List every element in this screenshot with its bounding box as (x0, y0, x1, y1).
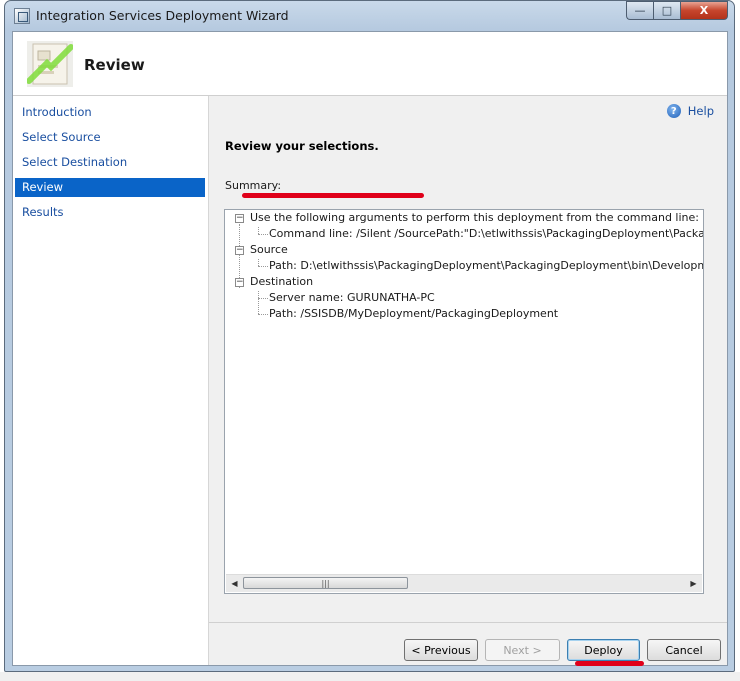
help-icon: ? (666, 104, 681, 118)
summary-label: Summary: (225, 179, 282, 192)
tree-node-source-path[interactable]: Path: D:\etlwithssis\PackagingDeployment… (269, 258, 703, 274)
tree-node-destination-path[interactable]: Path: /SSISDB/MyDeployment/PackagingDepl… (269, 306, 558, 322)
tree-connector (258, 298, 268, 299)
tree-node-source[interactable]: Source (250, 242, 288, 258)
horizontal-scrollbar[interactable]: ◀ ||| ▶ (226, 574, 702, 592)
nav-item-introduction[interactable]: Introduction (15, 103, 205, 122)
maximize-button[interactable]: □ (653, 1, 680, 20)
wizard-window: Integration Services Deployment Wizard —… (4, 0, 735, 672)
tree-connector (258, 259, 259, 266)
background-statusbar (0, 672, 740, 681)
tree-node-command-line[interactable]: Command line: /Silent /SourcePath:"D:\et… (269, 226, 703, 242)
help-link[interactable]: ? Help (666, 104, 714, 118)
annotation-underline-deploy (575, 661, 644, 666)
wizard-header: Review (13, 32, 727, 96)
tree-node-destination[interactable]: Destination (250, 274, 313, 290)
tree-node-command-args[interactable]: Use the following arguments to perform t… (250, 210, 699, 226)
page-title: Review (84, 56, 145, 74)
wizard-page-icon (27, 41, 73, 87)
collapse-toggle-icon[interactable]: − (235, 246, 244, 255)
close-button[interactable]: X (680, 1, 728, 20)
collapse-toggle-icon[interactable]: − (235, 278, 244, 287)
app-icon (14, 8, 30, 24)
tree-connector (258, 227, 259, 234)
previous-button[interactable]: < Previous (404, 639, 478, 661)
title-bar[interactable]: Integration Services Deployment Wizard —… (5, 1, 734, 31)
window-controls: — □ X (626, 1, 728, 21)
scroll-left-arrow-icon[interactable]: ◀ (226, 575, 243, 592)
nav-item-results[interactable]: Results (15, 203, 205, 222)
help-label: Help (687, 104, 714, 118)
tree-node-server-name[interactable]: Server name: GURUNATHA-PC (269, 290, 435, 306)
wizard-steps-nav: Introduction Select Source Select Destin… (13, 96, 209, 665)
next-button[interactable]: Next > (485, 639, 560, 661)
nav-item-select-destination[interactable]: Select Destination (15, 153, 205, 172)
tree-connector (258, 291, 259, 314)
annotation-underline-heading (242, 193, 424, 198)
collapse-toggle-icon[interactable]: − (235, 214, 244, 223)
deploy-button[interactable]: Deploy (567, 639, 640, 661)
tree-connector (258, 314, 268, 315)
review-heading: Review your selections. (225, 139, 379, 153)
scrollbar-thumb[interactable]: ||| (243, 577, 408, 589)
summary-tree[interactable]: − Use the following arguments to perform… (224, 209, 704, 594)
cancel-button[interactable]: Cancel (647, 639, 721, 661)
nav-item-review[interactable]: Review (15, 178, 205, 197)
scroll-right-arrow-icon[interactable]: ▶ (685, 575, 702, 592)
wizard-client-area: Review Introduction Select Source Select… (12, 31, 728, 666)
nav-item-select-source[interactable]: Select Source (15, 128, 205, 147)
button-separator (209, 622, 727, 623)
minimize-button[interactable]: — (626, 1, 653, 20)
window-title: Integration Services Deployment Wizard (36, 8, 289, 23)
review-page: ? Help Review your selections. Summary: … (209, 96, 727, 665)
tree-connector (258, 266, 268, 267)
tree-connector (258, 234, 268, 235)
